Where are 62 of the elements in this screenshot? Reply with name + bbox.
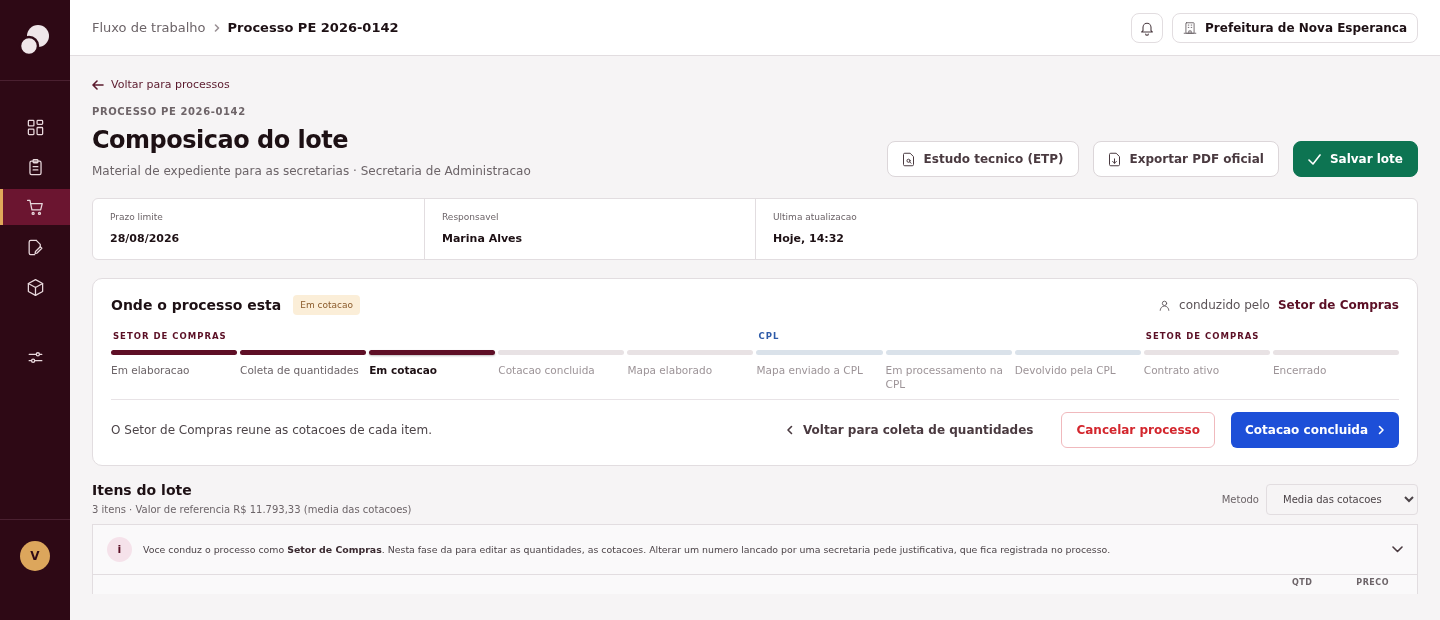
step-label: Em processamento na CPL bbox=[885, 363, 1004, 391]
status-badge: Em cotacao bbox=[293, 295, 360, 315]
arrow-left-icon bbox=[92, 79, 104, 90]
document-download-icon bbox=[1107, 151, 1121, 167]
check-icon bbox=[1307, 153, 1321, 165]
step-label: Encerrado bbox=[1272, 363, 1328, 377]
cancel-button[interactable]: Cancelar processo bbox=[1061, 412, 1215, 448]
back-link[interactable]: Voltar para processos bbox=[92, 78, 230, 91]
info-label: Prazo limite bbox=[110, 212, 164, 222]
dashboard-icon bbox=[25, 117, 45, 137]
notifications-button[interactable] bbox=[1131, 12, 1164, 43]
organization-button[interactable]: Prefeitura de Nova Esperanca bbox=[1172, 12, 1418, 43]
step-label: Devolvido pela CPL bbox=[1014, 363, 1117, 377]
section-title: Itens do lote bbox=[92, 482, 193, 498]
step-label: Em elaboracao bbox=[111, 363, 191, 377]
step-label: Em cotacao bbox=[369, 363, 439, 377]
info-value: Hoje, 14:32 bbox=[773, 232, 846, 245]
column-header: PRECO bbox=[1356, 578, 1389, 589]
info-label: Responsavel bbox=[442, 212, 500, 222]
info-value: 28/08/2026 bbox=[110, 232, 181, 245]
breadcrumb-item: Processo PE 2026-0142 bbox=[227, 20, 399, 35]
info-value: Marina Alves bbox=[442, 232, 524, 245]
led-by-sector: Setor de Compras bbox=[1277, 298, 1399, 312]
method-select[interactable]: Media das cotacoes bbox=[1266, 484, 1418, 515]
sidebar-item[interactable] bbox=[0, 189, 70, 225]
phase-label: SETOR DE COMPRAS bbox=[1145, 331, 1260, 341]
led-by-label: conduzido pelo bbox=[1179, 298, 1270, 312]
step-label: Cotacao concluida bbox=[498, 363, 596, 377]
document-search-icon bbox=[901, 151, 915, 167]
phase-label: SETOR DE COMPRAS bbox=[113, 331, 227, 341]
page-title: Composicao do lote bbox=[92, 126, 350, 154]
method-label: Metodo bbox=[1221, 494, 1259, 505]
back-stage-button[interactable]: Voltar para coleta de quantidades bbox=[779, 423, 1040, 437]
user-avatar[interactable]: V bbox=[20, 541, 50, 571]
info-label: Ultima atualizacao bbox=[773, 212, 858, 222]
chevron-right-icon bbox=[213, 23, 220, 32]
step-label: Mapa enviado a CPL bbox=[756, 363, 864, 377]
step-label: Mapa elaborado bbox=[627, 363, 714, 377]
package-icon bbox=[25, 277, 45, 297]
next-stage-button[interactable]: Cotacao concluida bbox=[1231, 412, 1399, 448]
page-subtitle: Material de expediente para as secretarias · Secretaria de Administracao bbox=[92, 164, 531, 178]
export-pdf-button[interactable]: Exportar PDF oficial bbox=[1092, 141, 1279, 177]
breadcrumb-item[interactable]: Fluxo de trabalho bbox=[92, 20, 206, 35]
chevron-left-icon bbox=[785, 425, 793, 435]
phase-label: CPL bbox=[758, 331, 780, 341]
step-label: Coleta de quantidades bbox=[240, 363, 360, 377]
section-summary: 3 itens · Valor de referencia R$ 11.793,33 (media das cotacoes) bbox=[92, 504, 412, 515]
save-button[interactable]: Salvar lote bbox=[1292, 141, 1418, 177]
logo-icon bbox=[18, 24, 52, 56]
process-code: PROCESSO PE 2026-0142 bbox=[92, 106, 247, 117]
user-icon bbox=[1158, 298, 1172, 312]
column-header: QTD bbox=[1291, 578, 1313, 589]
etp-button[interactable]: Estudo tecnico (ETP) bbox=[886, 141, 1079, 177]
stage-description: O Setor de Compras reune as cotacoes de cada item. bbox=[111, 423, 433, 437]
info-icon: i bbox=[107, 537, 132, 562]
notice-text: Voce conduz o processo como Setor de Compras. Nesta fase da para editar as quantidades, as cotacoes. Alterar um numero lancado por uma secretaria pede justificativa, que fica registrada no processo. bbox=[143, 544, 1112, 555]
step-label: Contrato ativo bbox=[1143, 363, 1221, 377]
card-title: Onde o processo esta bbox=[111, 297, 282, 313]
building-icon bbox=[1183, 20, 1198, 35]
chevron-right-icon bbox=[1378, 425, 1385, 435]
cart-icon bbox=[25, 197, 45, 217]
chevron-down-icon[interactable] bbox=[1392, 546, 1403, 553]
